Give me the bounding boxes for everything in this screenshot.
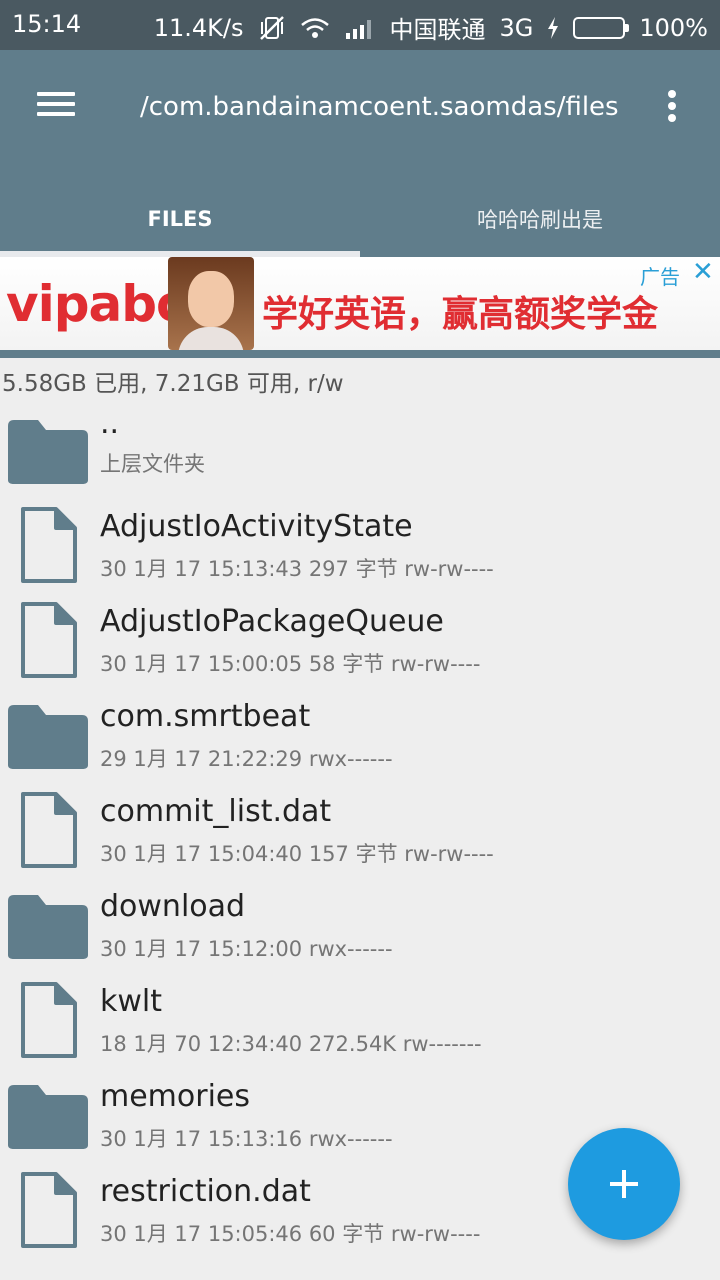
ad-slogan: 学好英语，赢高额奖学金 bbox=[262, 294, 659, 335]
signal-icon bbox=[344, 17, 376, 39]
list-item[interactable]: com.smrtbeat 29 1月 17 21:22:29 rwx------ bbox=[0, 687, 720, 782]
file-icon bbox=[21, 792, 77, 868]
file-name: restriction.dat bbox=[100, 1174, 311, 1209]
ad-banner[interactable]: vipabc 学好英语，赢高额奖学金 广告 ✕ bbox=[0, 257, 720, 350]
ad-photo bbox=[168, 257, 254, 350]
file-name: kwlt bbox=[100, 984, 163, 1019]
file-name: AdjustIoActivityState bbox=[100, 509, 413, 544]
vibrate-off-icon bbox=[258, 15, 286, 41]
carrier-label: 中国联通 bbox=[389, 16, 486, 44]
file-icon bbox=[21, 982, 77, 1058]
folder-icon bbox=[8, 420, 88, 484]
status-bar: 15:14 11.4K/s 中国联通 3G 100% bbox=[0, 0, 720, 50]
hamburger-menu-icon[interactable] bbox=[30, 86, 82, 130]
status-right: 11.4K/s 中国联通 3G 100% bbox=[154, 10, 708, 45]
file-meta: 30 1月 17 15:00:05 58 字节 rw-rw---- bbox=[100, 652, 481, 676]
file-name: AdjustIoPackageQueue bbox=[100, 604, 444, 639]
network-type: 3G bbox=[499, 13, 534, 42]
more-vert-icon[interactable] bbox=[656, 86, 688, 130]
app-bar: /com.bandainamcoent.saomdas/files FILES … bbox=[0, 50, 720, 257]
file-name: com.smrtbeat bbox=[100, 699, 311, 734]
current-path: /com.bandainamcoent.saomdas/files bbox=[140, 92, 619, 122]
file-icon bbox=[21, 602, 77, 678]
ad-label: 广告 bbox=[640, 265, 680, 289]
list-item[interactable]: kwlt 18 1月 70 12:34:40 272.54K rw------- bbox=[0, 972, 720, 1067]
tab-bar: FILES 哈哈哈刷出是 bbox=[0, 180, 720, 257]
tab-second[interactable]: 哈哈哈刷出是 bbox=[360, 180, 720, 257]
add-button[interactable] bbox=[568, 1128, 680, 1240]
folder-icon bbox=[8, 705, 88, 769]
list-item[interactable]: AdjustIoPackageQueue 30 1月 17 15:00:05 5… bbox=[0, 592, 720, 687]
file-name: commit_list.dat bbox=[100, 794, 332, 829]
ad-logo: vipabc bbox=[6, 275, 186, 333]
file-meta: 30 1月 17 15:05:46 60 字节 rw-rw---- bbox=[100, 1222, 481, 1246]
folder-icon bbox=[8, 1085, 88, 1149]
list-item[interactable]: download 30 1月 17 15:12:00 rwx------ bbox=[0, 877, 720, 972]
file-meta: 上层文件夹 bbox=[100, 452, 205, 476]
file-meta: 18 1月 70 12:34:40 272.54K rw------- bbox=[100, 1032, 482, 1056]
file-meta: 30 1月 17 15:04:40 157 字节 rw-rw---- bbox=[100, 842, 494, 866]
battery-level: 100% bbox=[639, 13, 708, 42]
file-meta: 30 1月 17 15:13:16 rwx------ bbox=[100, 1127, 393, 1151]
add-icon bbox=[610, 1170, 638, 1198]
file-meta: 30 1月 17 15:12:00 rwx------ bbox=[100, 937, 393, 961]
wifi-icon bbox=[300, 16, 330, 40]
ad-divider bbox=[0, 350, 720, 358]
file-icon bbox=[21, 507, 77, 583]
storage-info: 5.58GB 已用, 7.21GB 可用, r/w bbox=[2, 371, 344, 397]
file-meta: 29 1月 17 21:22:29 rwx------ bbox=[100, 747, 393, 771]
battery-icon bbox=[573, 16, 630, 39]
charging-icon bbox=[547, 16, 559, 39]
file-meta: 30 1月 17 15:13:43 297 字节 rw-rw---- bbox=[100, 557, 494, 581]
file-icon bbox=[21, 1172, 77, 1248]
file-name: .. bbox=[100, 406, 120, 441]
file-name: memories bbox=[100, 1079, 251, 1114]
close-icon[interactable]: ✕ bbox=[692, 257, 714, 287]
folder-icon bbox=[8, 895, 88, 959]
list-item[interactable]: AdjustIoActivityState 30 1月 17 15:13:43 … bbox=[0, 497, 720, 592]
tab-files[interactable]: FILES bbox=[0, 180, 360, 257]
list-item[interactable]: commit_list.dat 30 1月 17 15:04:40 157 字节… bbox=[0, 782, 720, 877]
net-speed: 11.4K/s bbox=[153, 13, 244, 42]
list-item-parent[interactable]: .. 上层文件夹 bbox=[0, 402, 720, 497]
file-name: download bbox=[100, 889, 246, 924]
status-time: 15:14 bbox=[12, 10, 82, 38]
